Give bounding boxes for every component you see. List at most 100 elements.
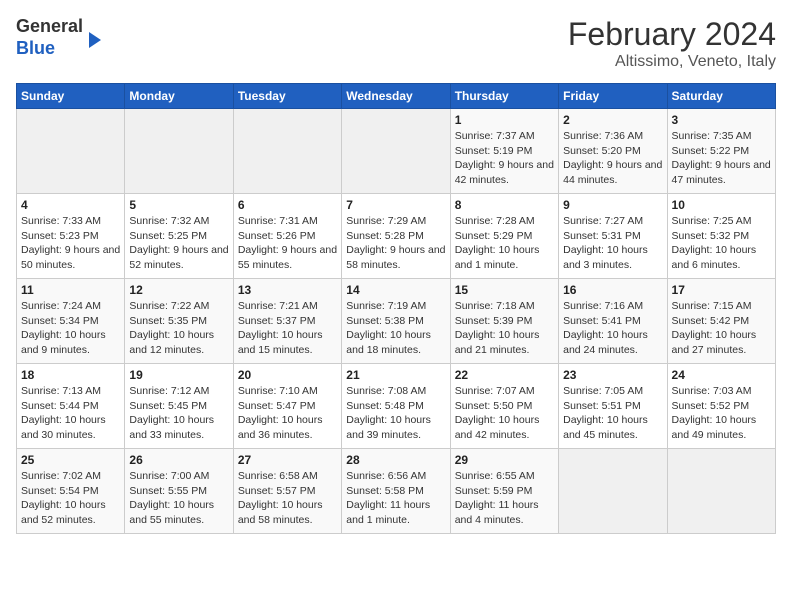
day-number: 9 xyxy=(563,198,662,212)
weekday-header-tuesday: Tuesday xyxy=(233,84,341,109)
day-info: Sunrise: 7:16 AM Sunset: 5:41 PM Dayligh… xyxy=(563,299,662,358)
calendar-cell: 2Sunrise: 7:36 AM Sunset: 5:20 PM Daylig… xyxy=(559,109,667,194)
calendar-cell: 18 Sunrise: 7:13 AM Sunset: 5:44 PM Dayli… xyxy=(17,364,125,449)
calendar-cell: 15Sunrise: 7:18 AM Sunset: 5:39 PM Dayli… xyxy=(450,279,558,364)
day-info: Sunrise: 7:29 AM Sunset: 5:28 PM Dayligh… xyxy=(346,214,445,273)
calendar-cell: 9 Sunrise: 7:27 AM Sunset: 5:31 PM Daylig… xyxy=(559,194,667,279)
calendar-cell: 28 Sunrise: 6:56 AM Sunset: 5:58 PM Dayli… xyxy=(342,449,450,534)
calendar-week-row: 1 Sunrise: 7:37 AM Sunset: 5:19 PM Daylig… xyxy=(17,109,776,194)
calendar-cell: 19 Sunrise: 7:12 AM Sunset: 5:45 PM Dayli… xyxy=(125,364,233,449)
calendar-cell: 12 Sunrise: 7:22 AM Sunset: 5:35 PM Dayli… xyxy=(125,279,233,364)
weekday-header-sunday: Sunday xyxy=(17,84,125,109)
calendar-week-row: 25 Sunrise: 7:02 AM Sunset: 5:54 PM Dayli… xyxy=(17,449,776,534)
calendar-cell: 11 Sunrise: 7:24 AM Sunset: 5:34 PM Dayli… xyxy=(17,279,125,364)
day-number: 20 xyxy=(238,368,337,382)
day-number: 18 xyxy=(21,368,120,382)
day-number: 4 xyxy=(21,198,120,212)
calendar-cell: 7 Sunrise: 7:29 AM Sunset: 5:28 PM Daylig… xyxy=(342,194,450,279)
day-info: Sunrise: 7:21 AM Sunset: 5:37 PM Dayligh… xyxy=(238,299,337,358)
calendar-cell: 10 Sunrise: 7:25 AM Sunset: 5:32 PM Dayli… xyxy=(667,194,775,279)
calendar-cell: 8 Sunrise: 7:28 AM Sunset: 5:29 PM Daylig… xyxy=(450,194,558,279)
day-number: 2 xyxy=(563,113,662,127)
calendar-cell: 14 Sunrise: 7:19 AM Sunset: 5:38 PM Dayli… xyxy=(342,279,450,364)
calendar-cell: 17Sunrise: 7:15 AM Sunset: 5:42 PM Dayli… xyxy=(667,279,775,364)
day-info: Sunrise: 7:27 AM Sunset: 5:31 PM Dayligh… xyxy=(563,214,662,273)
calendar-cell: 3 Sunrise: 7:35 AM Sunset: 5:22 PM Daylig… xyxy=(667,109,775,194)
logo-arrow-icon xyxy=(89,32,101,48)
day-info: Sunrise: 7:33 AM Sunset: 5:23 PM Dayligh… xyxy=(21,214,120,273)
day-info: Sunrise: 7:05 AM Sunset: 5:51 PM Dayligh… xyxy=(563,384,662,443)
day-number: 28 xyxy=(346,453,445,467)
calendar-title: February 2024 xyxy=(568,16,776,53)
page-header: General Blue February 2024 Altissimo, Ve… xyxy=(16,16,776,71)
day-info: Sunrise: 7:08 AM Sunset: 5:48 PM Dayligh… xyxy=(346,384,445,443)
day-number: 21 xyxy=(346,368,445,382)
day-info: Sunrise: 7:25 AM Sunset: 5:32 PM Dayligh… xyxy=(672,214,771,273)
day-info: Sunrise: 7:10 AM Sunset: 5:47 PM Dayligh… xyxy=(238,384,337,443)
title-block: February 2024 Altissimo, Veneto, Italy xyxy=(568,16,776,71)
day-info: Sunrise: 7:12 AM Sunset: 5:45 PM Dayligh… xyxy=(129,384,228,443)
day-info: Sunrise: 7:28 AM Sunset: 5:29 PM Dayligh… xyxy=(455,214,554,273)
day-info: Sunrise: 6:58 AM Sunset: 5:57 PM Dayligh… xyxy=(238,469,337,528)
day-number: 25 xyxy=(21,453,120,467)
calendar-cell: 24Sunrise: 7:03 AM Sunset: 5:52 PM Dayli… xyxy=(667,364,775,449)
day-number: 7 xyxy=(346,198,445,212)
calendar-cell: 26Sunrise: 7:00 AM Sunset: 5:55 PM Dayli… xyxy=(125,449,233,534)
day-number: 5 xyxy=(129,198,228,212)
day-number: 13 xyxy=(238,283,337,297)
calendar-week-row: 4 Sunrise: 7:33 AM Sunset: 5:23 PM Daylig… xyxy=(17,194,776,279)
calendar-cell: 23Sunrise: 7:05 AM Sunset: 5:51 PM Dayli… xyxy=(559,364,667,449)
day-info: Sunrise: 7:13 AM Sunset: 5:44 PM Dayligh… xyxy=(21,384,120,443)
day-number: 14 xyxy=(346,283,445,297)
calendar-body: 1 Sunrise: 7:37 AM Sunset: 5:19 PM Daylig… xyxy=(17,109,776,534)
day-number: 8 xyxy=(455,198,554,212)
calendar-header-row: SundayMondayTuesdayWednesdayThursdayFrid… xyxy=(17,84,776,109)
calendar-cell xyxy=(342,109,450,194)
calendar-cell xyxy=(667,449,775,534)
day-number: 6 xyxy=(238,198,337,212)
calendar-cell: 20 Sunrise: 7:10 AM Sunset: 5:47 PM Dayli… xyxy=(233,364,341,449)
day-info: Sunrise: 7:32 AM Sunset: 5:25 PM Dayligh… xyxy=(129,214,228,273)
calendar-cell: 25 Sunrise: 7:02 AM Sunset: 5:54 PM Dayli… xyxy=(17,449,125,534)
logo-general: General xyxy=(16,16,83,36)
calendar-cell xyxy=(233,109,341,194)
day-info: Sunrise: 7:24 AM Sunset: 5:34 PM Dayligh… xyxy=(21,299,120,358)
day-number: 22 xyxy=(455,368,554,382)
day-number: 19 xyxy=(129,368,228,382)
day-info: Sunrise: 7:35 AM Sunset: 5:22 PM Dayligh… xyxy=(672,129,771,188)
calendar-cell: 21 Sunrise: 7:08 AM Sunset: 5:48 PM Dayli… xyxy=(342,364,450,449)
day-info: Sunrise: 7:02 AM Sunset: 5:54 PM Dayligh… xyxy=(21,469,120,528)
day-number: 12 xyxy=(129,283,228,297)
calendar-cell: 22Sunrise: 7:07 AM Sunset: 5:50 PM Dayli… xyxy=(450,364,558,449)
weekday-header-wednesday: Wednesday xyxy=(342,84,450,109)
day-number: 3 xyxy=(672,113,771,127)
calendar-cell: 5 Sunrise: 7:32 AM Sunset: 5:25 PM Daylig… xyxy=(125,194,233,279)
calendar-cell: 27 Sunrise: 6:58 AM Sunset: 5:57 PM Dayli… xyxy=(233,449,341,534)
weekday-header-monday: Monday xyxy=(125,84,233,109)
day-info: Sunrise: 7:31 AM Sunset: 5:26 PM Dayligh… xyxy=(238,214,337,273)
calendar-cell: 4 Sunrise: 7:33 AM Sunset: 5:23 PM Daylig… xyxy=(17,194,125,279)
calendar-table: SundayMondayTuesdayWednesdayThursdayFrid… xyxy=(16,83,776,534)
day-number: 26 xyxy=(129,453,228,467)
day-number: 17 xyxy=(672,283,771,297)
calendar-cell xyxy=(559,449,667,534)
day-number: 29 xyxy=(455,453,554,467)
calendar-cell xyxy=(125,109,233,194)
day-info: Sunrise: 7:37 AM Sunset: 5:19 PM Dayligh… xyxy=(455,129,554,188)
day-info: Sunrise: 7:22 AM Sunset: 5:35 PM Dayligh… xyxy=(129,299,228,358)
weekday-header-friday: Friday xyxy=(559,84,667,109)
day-number: 27 xyxy=(238,453,337,467)
day-info: Sunrise: 7:03 AM Sunset: 5:52 PM Dayligh… xyxy=(672,384,771,443)
day-info: Sunrise: 7:19 AM Sunset: 5:38 PM Dayligh… xyxy=(346,299,445,358)
calendar-cell: 13 Sunrise: 7:21 AM Sunset: 5:37 PM Dayli… xyxy=(233,279,341,364)
weekday-header-thursday: Thursday xyxy=(450,84,558,109)
day-number: 1 xyxy=(455,113,554,127)
day-info: Sunrise: 7:18 AM Sunset: 5:39 PM Dayligh… xyxy=(455,299,554,358)
day-info: Sunrise: 6:55 AM Sunset: 5:59 PM Dayligh… xyxy=(455,469,554,528)
day-info: Sunrise: 6:56 AM Sunset: 5:58 PM Dayligh… xyxy=(346,469,445,528)
calendar-cell: 29 Sunrise: 6:55 AM Sunset: 5:59 PM Dayli… xyxy=(450,449,558,534)
day-number: 11 xyxy=(21,283,120,297)
logo: General Blue xyxy=(16,16,101,59)
day-number: 10 xyxy=(672,198,771,212)
day-number: 16 xyxy=(563,283,662,297)
